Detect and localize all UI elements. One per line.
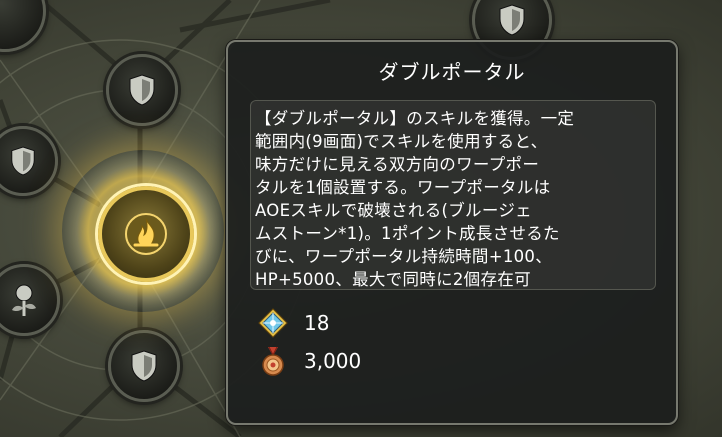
cost-gem-row: 18 <box>258 308 329 338</box>
skill-node-bottom[interactable] <box>108 330 180 402</box>
skill-node-top[interactable] <box>106 54 178 126</box>
skill-tooltip: ダブルポータル 【ダブルポータル】のスキルを獲得。一定 範囲内(9画面)でスキル… <box>226 40 678 425</box>
cost-gem-value: 18 <box>304 311 330 335</box>
shield-icon <box>131 350 157 382</box>
description-line: タルを1個設置する。ワープポータルは <box>255 178 551 197</box>
description-line: 【ダブルポータル】のスキルを獲得。一定 <box>255 109 575 128</box>
cost-medal-row: 3,000 <box>258 346 361 376</box>
skill-title: ダブルポータル <box>378 60 526 84</box>
rose-icon <box>12 284 36 316</box>
medal-icon <box>262 346 284 376</box>
description-line: 範囲内(9画面)でスキルを使用すると、 <box>255 132 548 151</box>
skill-description: 【ダブルポータル】のスキルを獲得。一定 範囲内(9画面)でスキルを使用すると、 … <box>250 100 656 290</box>
description-line: HP+5000、最大で同時に2個存在可 <box>255 270 531 289</box>
shield-icon <box>499 4 525 36</box>
flame-emblem-icon <box>125 213 167 255</box>
description-line: 味方だけに見える双方向のワープポー <box>255 155 540 174</box>
shield-icon <box>129 74 155 106</box>
description-line: びに、ワープポータル持続時間+100、 <box>255 247 553 266</box>
cost-medal-value: 3,000 <box>304 349 362 373</box>
description-line: AOEスキルで破壊される(ブルージェ <box>255 201 532 220</box>
description-line: ムストーン*1)。1ポイント成長させるた <box>255 224 560 243</box>
skill-node-selected[interactable] <box>98 186 194 282</box>
shield-icon <box>11 146 35 176</box>
gem-crystal-icon <box>258 308 288 338</box>
